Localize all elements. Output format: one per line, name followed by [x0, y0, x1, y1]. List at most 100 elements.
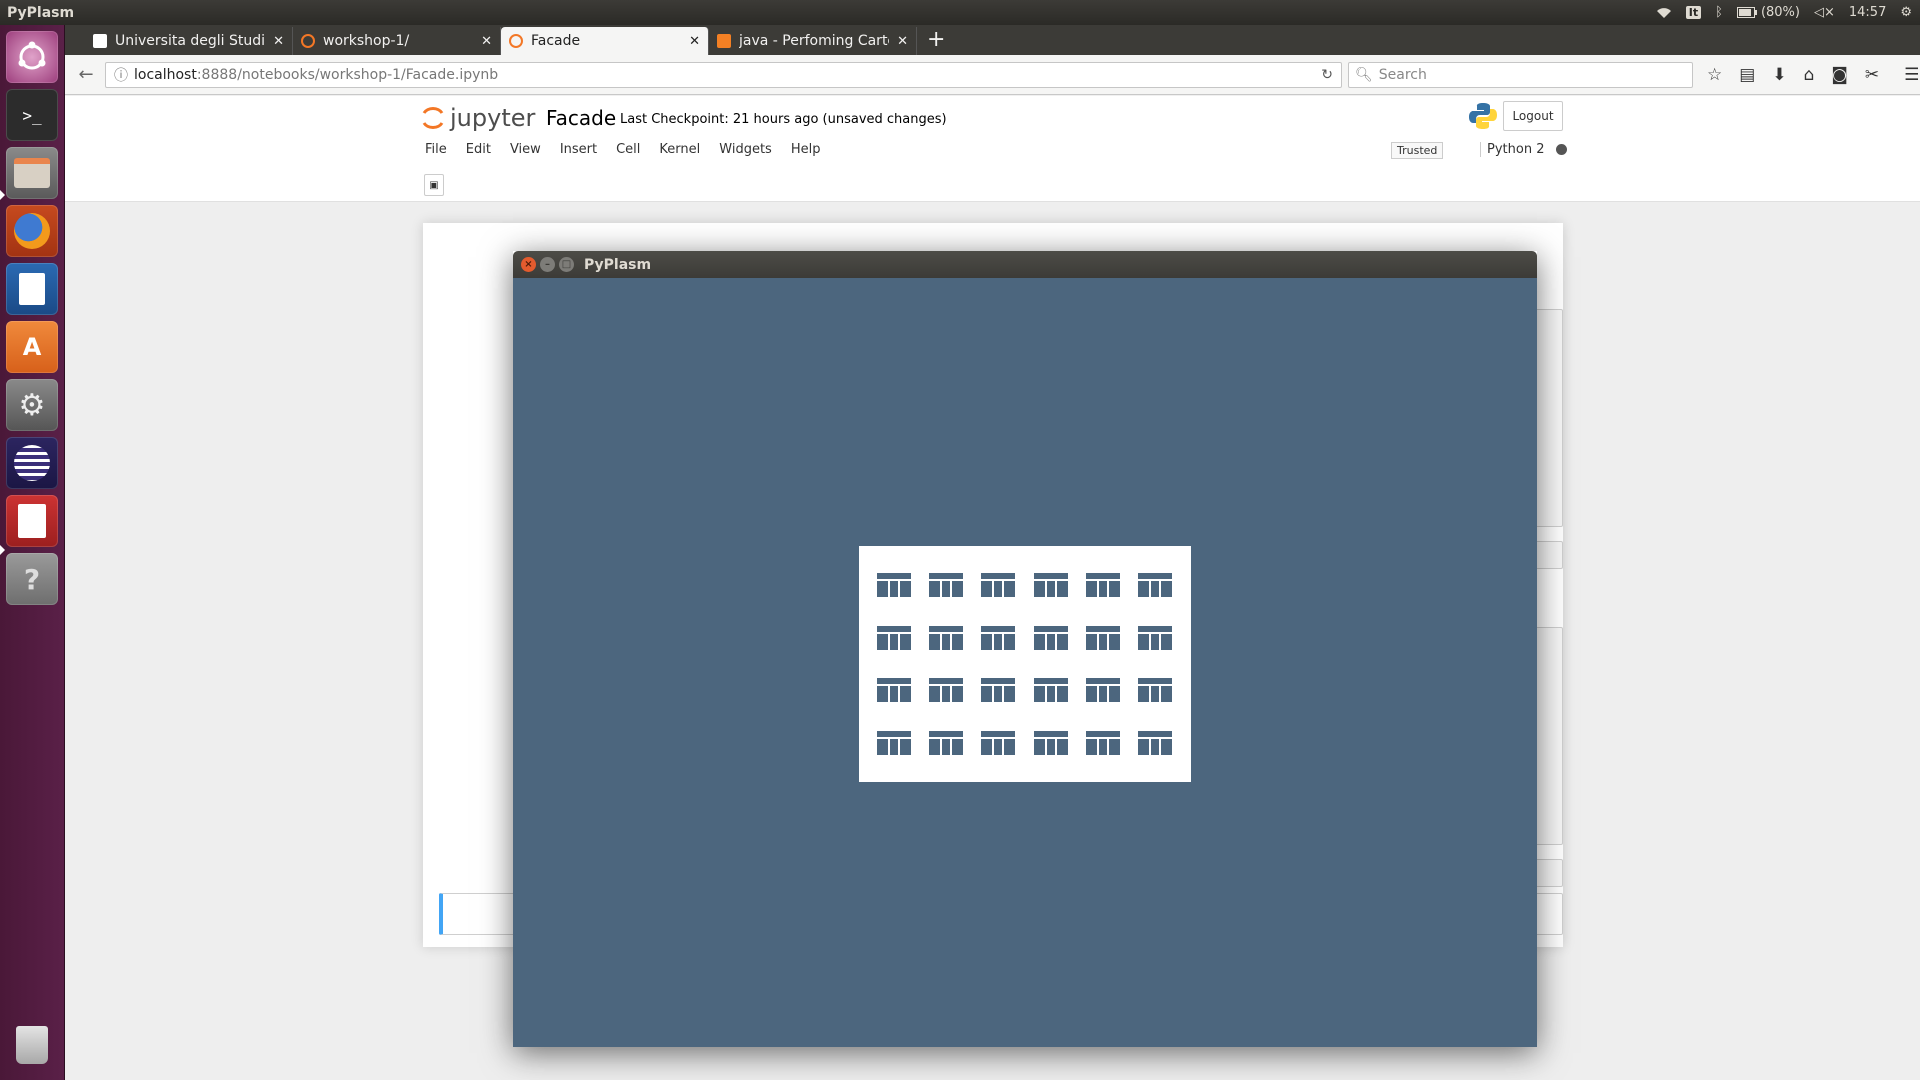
- close-window-icon[interactable]: ×: [521, 257, 536, 272]
- download-icon[interactable]: ⬇: [1772, 65, 1786, 85]
- software-center-icon[interactable]: A: [6, 321, 58, 373]
- menu-edit[interactable]: Edit: [466, 136, 510, 166]
- menu-insert[interactable]: Insert: [560, 136, 616, 166]
- facade-window: [1033, 573, 1068, 597]
- battery-percent: (80%): [1760, 5, 1800, 20]
- ubuntu-logo-icon[interactable]: [6, 31, 58, 83]
- building-facade: [859, 546, 1191, 782]
- facade-window: [877, 678, 911, 702]
- close-icon[interactable]: ✕: [273, 34, 284, 49]
- window-titlebar[interactable]: × – □ PyPlasm: [513, 251, 1537, 278]
- checkpoint-status: Last Checkpoint: 21 hours ago (unsaved c…: [620, 112, 947, 127]
- facade-window: [981, 625, 1016, 650]
- libreoffice-writer-icon[interactable]: [6, 263, 58, 315]
- university-favicon-icon: [93, 34, 107, 48]
- search-placeholder: Search: [1378, 66, 1427, 83]
- terminal-icon[interactable]: >_: [6, 89, 58, 141]
- jupyter-favicon-icon: [301, 34, 315, 48]
- menu-file[interactable]: File: [425, 136, 466, 166]
- active-app-title: PyPlasm: [7, 4, 75, 21]
- browser-toolbar: ☆ ▤ ⬇ ⌂ ◙ ✂ ☰: [1707, 65, 1919, 85]
- settings-icon[interactable]: ⚙: [6, 379, 58, 431]
- stackoverflow-favicon-icon: [717, 34, 731, 48]
- menu-widgets[interactable]: Widgets: [719, 136, 791, 166]
- file-manager-icon[interactable]: [6, 147, 58, 199]
- url-bar[interactable]: ⓘ localhost :8888/notebooks/workshop-1/F…: [105, 61, 1342, 88]
- facade-window: [877, 730, 911, 755]
- close-icon[interactable]: ✕: [481, 34, 492, 49]
- new-tab-button[interactable]: +: [917, 27, 955, 55]
- floppy-icon: ▣: [429, 179, 439, 191]
- facade-window: [877, 573, 911, 597]
- close-icon[interactable]: ✕: [689, 34, 700, 49]
- search-icon: 🔍︎: [1355, 66, 1373, 83]
- keyboard-layout-indicator[interactable]: It: [1685, 6, 1702, 19]
- tab-universita[interactable]: Universita degli Studi R ✕: [85, 27, 293, 55]
- notebook-name[interactable]: Facade: [546, 106, 616, 130]
- tab-workshop[interactable]: workshop-1/ ✕: [293, 27, 501, 55]
- search-input[interactable]: 🔍︎ Search: [1348, 61, 1693, 88]
- facade-window: [929, 678, 964, 702]
- unity-launcher: >_ A ⚙ ?: [0, 25, 65, 1080]
- close-icon[interactable]: ✕: [897, 34, 908, 49]
- panel-indicators: It ᛒ (80%) ◁× 14:57 ⚙: [1656, 5, 1920, 20]
- menu-help[interactable]: Help: [791, 136, 840, 166]
- bluetooth-icon[interactable]: ᛒ: [1715, 5, 1723, 20]
- trash-icon[interactable]: [6, 1019, 58, 1071]
- battery-indicator[interactable]: (80%): [1736, 5, 1800, 20]
- facade-window: [1085, 678, 1120, 702]
- info-icon[interactable]: ⓘ: [114, 65, 128, 85]
- browser-navbar: ← ⓘ localhost :8888/notebooks/workshop-1…: [65, 55, 1920, 95]
- help-icon[interactable]: ?: [6, 553, 58, 605]
- tab-java[interactable]: java - Perfoming Carte ✕: [709, 27, 917, 55]
- url-path: :8888/notebooks/workshop-1/Facade.ipynb: [196, 66, 499, 83]
- facade-window: [929, 730, 964, 755]
- facade-window: [981, 730, 1016, 755]
- logout-button[interactable]: Logout: [1503, 101, 1563, 131]
- reload-icon[interactable]: ↻: [1321, 67, 1333, 83]
- top-panel: PyPlasm It ᛒ (80%) ◁× 14:57 ⚙: [0, 0, 1920, 25]
- pocket-icon[interactable]: ◙: [1831, 65, 1848, 85]
- jupyter-logo-text: jupyter: [450, 104, 536, 132]
- volume-icon[interactable]: ◁×: [1814, 5, 1835, 20]
- firefox-icon[interactable]: [6, 205, 58, 257]
- pdf-viewer-icon[interactable]: [6, 495, 58, 547]
- eclipse-icon[interactable]: [6, 437, 58, 489]
- jupyter-favicon-icon: [509, 34, 523, 48]
- system-gear-icon[interactable]: ⚙: [1900, 5, 1912, 20]
- facade-window: [1085, 573, 1120, 597]
- pyplasm-window[interactable]: × – □ PyPlasm: [513, 251, 1537, 1047]
- reading-list-icon[interactable]: ▤: [1739, 65, 1755, 85]
- menu-kernel[interactable]: Kernel: [659, 136, 719, 166]
- python-logo-icon: [1469, 103, 1497, 129]
- trusted-badge[interactable]: Trusted: [1391, 142, 1444, 159]
- kernel-name: Python 2: [1487, 142, 1545, 157]
- home-icon[interactable]: ⌂: [1804, 65, 1815, 85]
- hamburger-menu-icon[interactable]: ☰: [1904, 65, 1919, 85]
- jupyter-header: jupyter Facade Last Checkpoint: 21 hours…: [65, 96, 1920, 202]
- maximize-window-icon[interactable]: □: [559, 257, 574, 272]
- minimize-window-icon[interactable]: –: [540, 257, 555, 272]
- window-title: PyPlasm: [584, 256, 652, 273]
- facade-window: [1085, 730, 1120, 755]
- facade-window: [1033, 625, 1068, 650]
- jupyter-logo[interactable]: jupyter: [422, 104, 535, 132]
- tab-facade[interactable]: Facade ✕: [501, 27, 709, 55]
- save-button[interactable]: ▣: [424, 174, 444, 196]
- bookmark-star-icon[interactable]: ☆: [1707, 65, 1722, 85]
- wifi-icon[interactable]: [1656, 7, 1672, 19]
- facade-window: [929, 573, 964, 597]
- facade-window: [929, 625, 964, 650]
- clock[interactable]: 14:57: [1849, 5, 1886, 20]
- menu-cell[interactable]: Cell: [616, 136, 659, 166]
- url-host: localhost: [134, 66, 197, 83]
- extension-icon[interactable]: ✂: [1865, 65, 1879, 85]
- pyplasm-3d-canvas[interactable]: [513, 278, 1537, 1047]
- jupyter-page: jupyter Facade Last Checkpoint: 21 hours…: [65, 96, 1920, 1080]
- menu-view[interactable]: View: [510, 136, 560, 166]
- facade-window: [1033, 730, 1068, 755]
- facade-window: [1138, 573, 1172, 597]
- facade-window: [981, 573, 1016, 597]
- facade-window: [1138, 625, 1172, 650]
- back-arrow-icon[interactable]: ←: [73, 62, 99, 88]
